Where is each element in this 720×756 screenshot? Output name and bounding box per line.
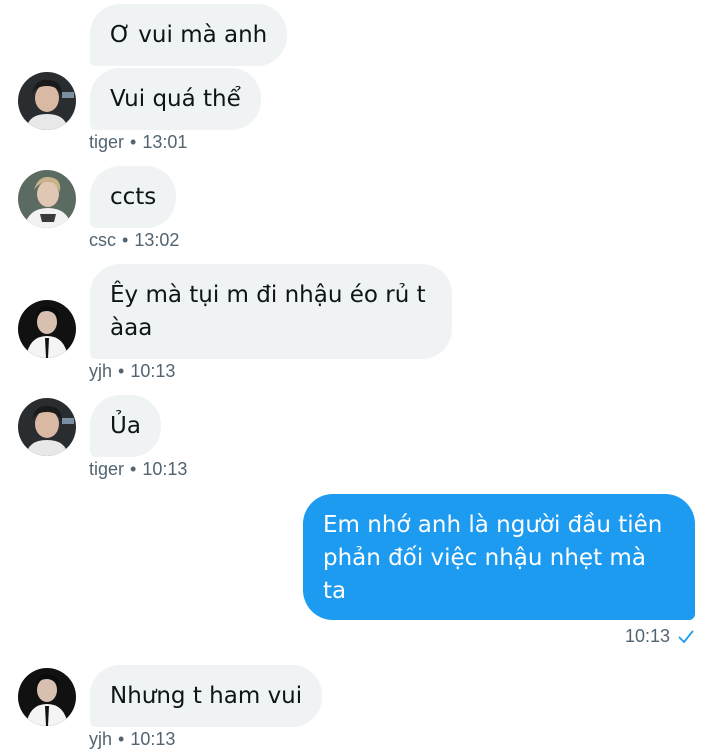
message-meta: yjh • 10:13 [89,729,175,750]
sender-name: tiger [89,459,125,479]
timestamp: 13:02 [134,230,180,250]
avatar-tiger-image [18,398,76,456]
sender-name: csc [89,230,116,250]
read-check-icon [678,630,694,644]
separator: • [130,132,137,152]
sender-name: yjh [89,361,113,381]
outgoing-message-bubble[interactable]: Em nhớ anh là người đầu tiên phản đối vi… [303,494,695,620]
separator: • [130,459,137,479]
message-bubble[interactable]: ccts [90,166,177,228]
avatar-csc[interactable] [18,170,76,228]
avatar-yjh-image [18,668,76,726]
sender-name: tiger [89,132,125,152]
message-meta: tiger • 10:13 [89,459,187,480]
separator: • [118,729,125,749]
message-bubble[interactable]: Nhưng t ham vui [90,665,323,727]
avatar-tiger-image [18,72,76,130]
separator: • [122,230,129,250]
message-bubble[interactable]: Ủa [90,395,161,457]
timestamp: 10:13 [624,626,670,646]
outgoing-message-meta: 10:13 [625,626,694,647]
avatar-yjh-image [18,300,76,358]
timestamp: 10:13 [130,361,176,381]
avatar-tiger[interactable] [18,72,76,130]
avatar-yjh[interactable] [18,300,76,358]
timestamp: 10:13 [130,729,176,749]
message-meta: csc • 13:02 [89,230,179,251]
avatar-csc-image [18,170,76,228]
timestamp: 10:13 [142,459,188,479]
avatar-tiger[interactable] [18,398,76,456]
chat-thread: Ơ vui mà anh Vui quá thể tiger • 13:01 cct… [0,0,720,756]
message-bubble[interactable]: Vui quá thể [90,68,261,130]
timestamp: 13:01 [142,132,188,152]
avatar-yjh[interactable] [18,668,76,726]
message-meta: tiger • 13:01 [89,132,187,153]
separator: • [118,361,125,381]
sender-name: yjh [89,729,113,749]
message-bubble[interactable]: Ơ vui mà anh [90,4,288,66]
message-bubble[interactable]: Êy mà tụi m đi nhậu éo rủ t àaa [90,264,452,359]
message-meta: yjh • 10:13 [89,361,175,382]
